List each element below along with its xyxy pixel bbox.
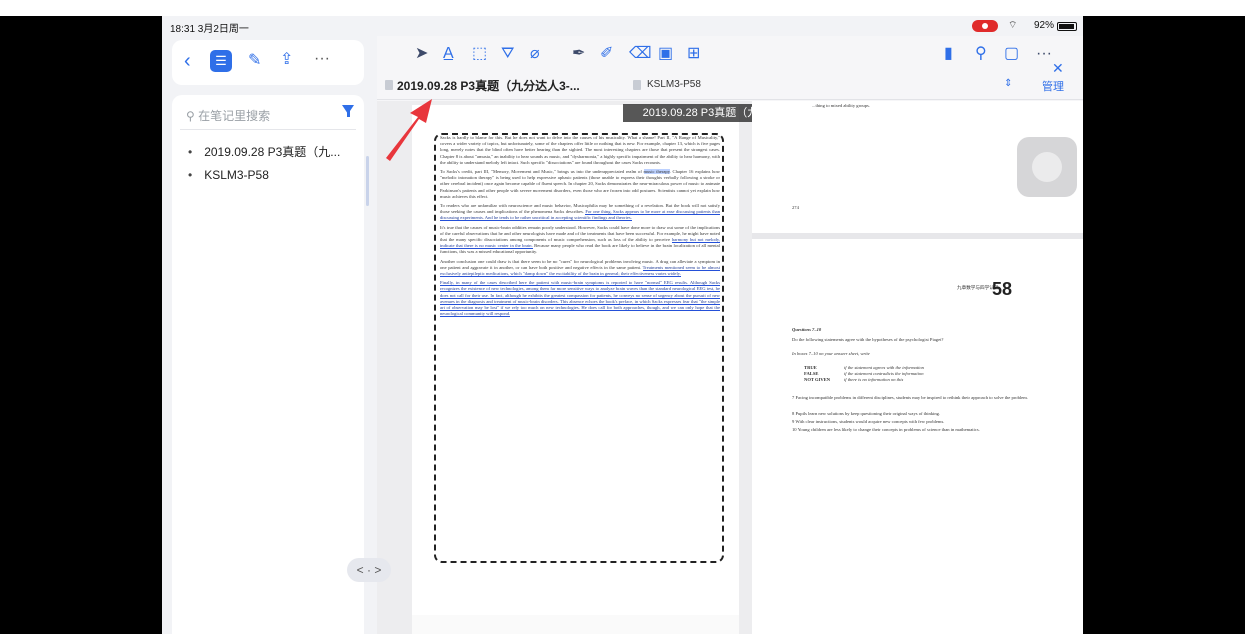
red-arrow-annotation xyxy=(386,99,432,161)
screen: 18:31 3月2日周一 ⌔ 92% ‹ ☰ ✎ ⇪ ··· ⚲ 在笔记里搜索 … xyxy=(0,0,1245,634)
